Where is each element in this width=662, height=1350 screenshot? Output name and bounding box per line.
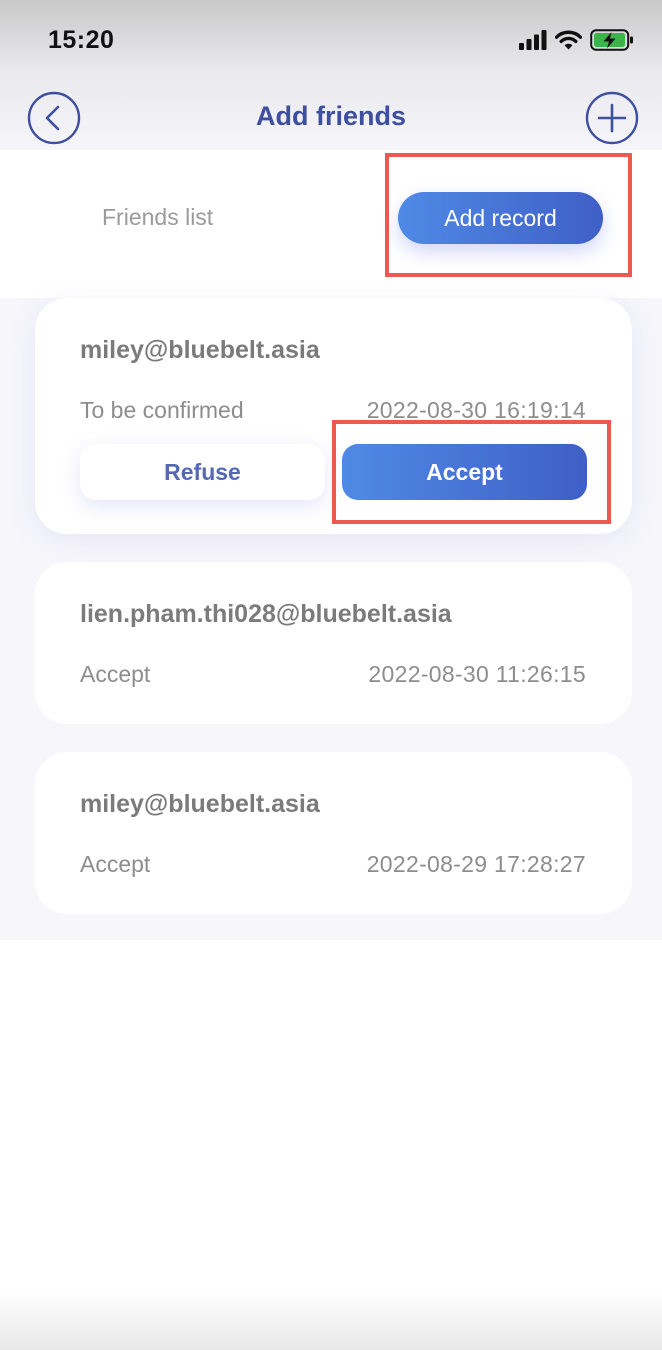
accept-button[interactable]: Accept bbox=[342, 444, 587, 500]
wifi-icon bbox=[555, 30, 582, 50]
tab-friends-list[interactable]: Friends list bbox=[102, 204, 213, 231]
record-status: To be confirmed bbox=[80, 397, 244, 423]
tab-bar: Friends list Add record bbox=[0, 150, 662, 298]
record-time: 2022-08-30 11:26:15 bbox=[368, 661, 586, 687]
record-time: 2022-08-30 16:19:14 bbox=[366, 397, 586, 423]
tab-add-record[interactable]: Add record bbox=[398, 192, 603, 244]
status-icons bbox=[519, 28, 634, 52]
list-item: lien.pham.thi028@bluebelt.asia Accept 20… bbox=[35, 562, 632, 724]
battery-charging-icon bbox=[590, 29, 633, 51]
signal-icon bbox=[519, 30, 547, 50]
records-list: miley@bluebelt.asia To be confirmed 2022… bbox=[0, 298, 662, 940]
list-item: miley@bluebelt.asia To be confirmed 2022… bbox=[35, 298, 632, 534]
status-bar: 15:20 bbox=[0, 0, 662, 80]
page-title: Add friends bbox=[255, 101, 406, 131]
list-item: miley@bluebelt.asia Accept 2022-08-29 17… bbox=[35, 752, 632, 914]
status-time: 15:20 bbox=[48, 26, 115, 54]
record-email: miley@bluebelt.asia bbox=[80, 336, 320, 364]
refuse-button[interactable]: Refuse bbox=[80, 444, 325, 500]
plus-icon bbox=[585, 91, 639, 145]
record-status: Accept bbox=[80, 661, 151, 687]
record-email: lien.pham.thi028@bluebelt.asia bbox=[80, 600, 452, 628]
add-friend-button[interactable] bbox=[585, 91, 639, 145]
navigation-bar: Add friends bbox=[0, 85, 662, 147]
bottom-fade bbox=[0, 1290, 662, 1350]
record-time: 2022-08-29 17:28:27 bbox=[366, 851, 586, 877]
record-status: Accept bbox=[80, 851, 151, 877]
record-email: miley@bluebelt.asia bbox=[80, 790, 320, 818]
